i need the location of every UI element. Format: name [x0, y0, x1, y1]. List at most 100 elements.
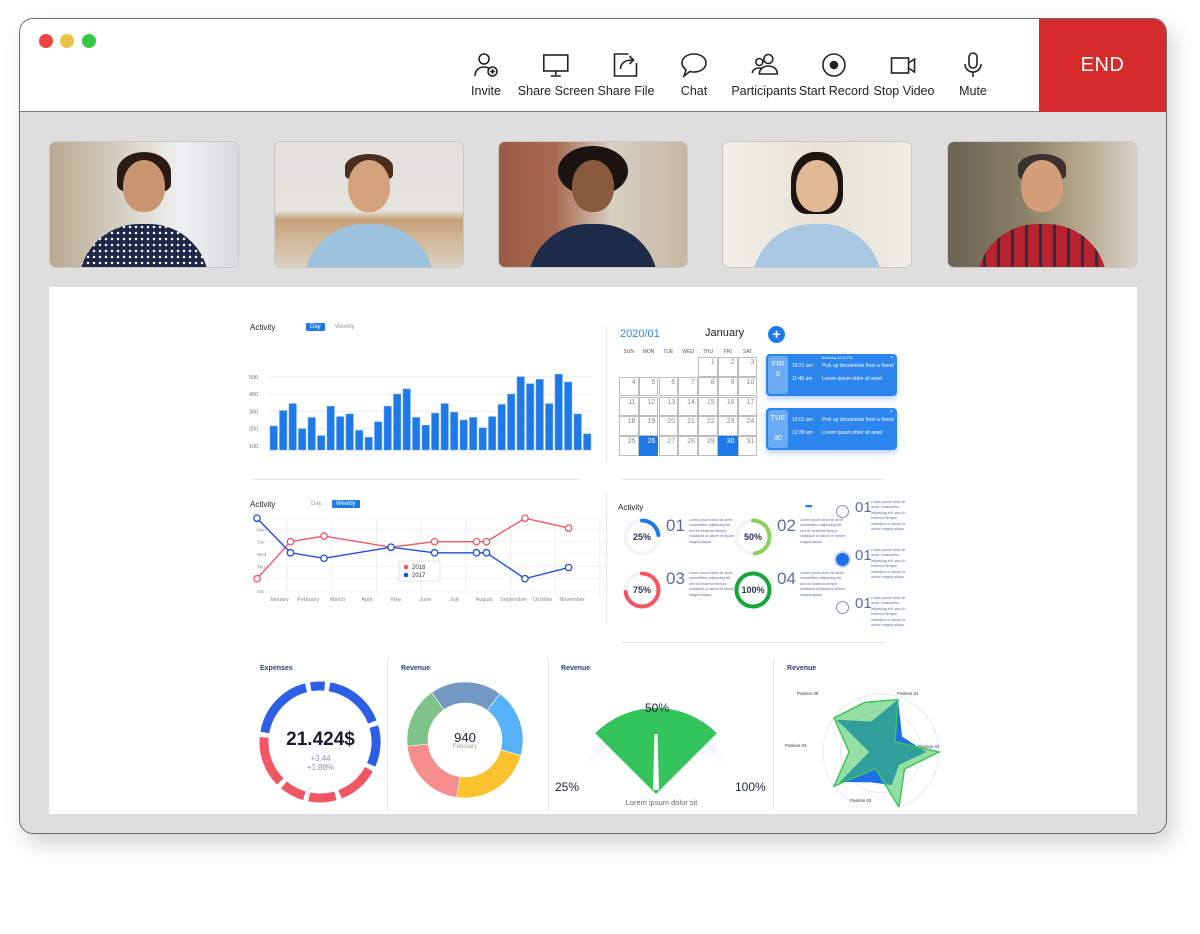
activity-number: 02: [777, 516, 796, 535]
radio-button[interactable]: [836, 553, 849, 566]
participant-face: [572, 160, 614, 212]
calendar-day[interactable]: 6: [658, 376, 679, 397]
participants-button[interactable]: Participants: [731, 51, 797, 98]
calendar-day[interactable]: 2: [718, 357, 738, 377]
calendar-day[interactable]: 20: [658, 416, 679, 436]
calendar-day[interactable]: 22: [698, 416, 718, 436]
data-point: [430, 548, 439, 557]
data-point: [253, 574, 261, 583]
calendar-day[interactable]: 8: [698, 376, 718, 397]
share-screen-button[interactable]: Share Screen: [518, 51, 594, 98]
calendar-day[interactable]: 10: [737, 376, 758, 397]
calendar-day[interactable]: 21: [678, 416, 698, 436]
share-file-button[interactable]: Share File: [598, 51, 654, 98]
calendar-day[interactable]: 16: [718, 396, 738, 417]
minimize-window-button[interactable]: [60, 34, 74, 48]
start-record-button[interactable]: Start Record: [799, 51, 869, 98]
data-point: [472, 537, 481, 546]
radio-button[interactable]: [836, 601, 849, 614]
bar: [364, 437, 373, 451]
activity-description: Lorem ipsum dolor sit amet, consectetur …: [800, 518, 846, 544]
event-day-badge: FRI 9: [768, 356, 788, 394]
calendar-day[interactable]: 25: [619, 436, 639, 456]
weekday-label: WED: [682, 349, 694, 355]
event-text: Pick up documents from a friend: [822, 417, 894, 423]
bar: [279, 410, 288, 451]
participant-video-tile[interactable]: [498, 141, 688, 268]
participant-video-tile[interactable]: [49, 141, 239, 268]
calendar-day[interactable]: 4: [619, 376, 639, 397]
participant-video-tile[interactable]: [947, 141, 1137, 268]
calendar-day[interactable]: 31: [737, 436, 758, 456]
end-call-button[interactable]: END: [1039, 19, 1166, 112]
stop-video-button[interactable]: Stop Video: [873, 51, 935, 98]
end-label: END: [1080, 54, 1125, 76]
legend-swatch: [403, 572, 409, 578]
microphone-icon: [964, 52, 982, 77]
calendar-day[interactable]: 13: [658, 396, 679, 417]
calendar-day[interactable]: 9: [718, 376, 738, 397]
chat-button[interactable]: Chat: [680, 51, 708, 98]
line-chart: Sat Thu Wed Tue Mon January February March April…: [253, 514, 609, 603]
weekly-toggle[interactable]: Weekly: [332, 500, 360, 508]
calendar-day[interactable]: 24: [737, 416, 758, 436]
event-time: 16:21 am: [792, 363, 813, 369]
close-icon[interactable]: ×: [890, 409, 893, 415]
calendar-day[interactable]: 18: [619, 416, 639, 436]
calendar-day[interactable]: 28: [678, 436, 698, 456]
calendar-day[interactable]: 14: [678, 396, 698, 417]
weekday-label: MON: [642, 349, 655, 355]
maximize-window-button[interactable]: [82, 34, 96, 48]
more-options-icon[interactable]: •••: [805, 501, 813, 511]
participant-video-tile[interactable]: [274, 141, 464, 268]
event-card[interactable]: TUE 30 × 18:01 am Pick up documents from a…: [766, 408, 897, 450]
radio-description: Lorem ipsum dolor sit amet, consectetur …: [871, 548, 906, 580]
weekly-toggle[interactable]: Weekly: [331, 323, 359, 331]
participant-video-tile[interactable]: [722, 141, 912, 268]
ring-percent: 100%: [741, 585, 765, 595]
calendar-day[interactable]: 17: [737, 396, 758, 417]
bar-chart: 500 400 300 200 100: [249, 373, 592, 451]
divider: [622, 642, 884, 643]
legend-label: 2018: [412, 565, 426, 571]
data-point: [253, 514, 261, 523]
close-icon[interactable]: ×: [890, 355, 893, 361]
calendar-day[interactable]: 29: [698, 436, 718, 456]
day-toggle[interactable]: Day: [306, 323, 325, 331]
calendar-day[interactable]: 27: [658, 436, 679, 456]
bar: [402, 388, 411, 451]
invite-button[interactable]: Invite: [471, 51, 501, 98]
revenue-gauge-title: Revenue: [561, 665, 591, 672]
x-tick-label: August: [476, 597, 494, 603]
calendar-day[interactable]: 15: [698, 396, 718, 417]
revenue-radar-title: Revenue: [787, 665, 817, 672]
calendar-day[interactable]: 19: [638, 416, 659, 436]
event-item: 16:21 am Pick up documents from a friend: [792, 363, 894, 369]
radio-button[interactable]: [836, 505, 849, 518]
calendar-day[interactable]: 30: [718, 436, 738, 456]
event-card[interactable]: FRI 9 Yesterday 20:22 PM × 16:21 am Pick u…: [766, 354, 897, 396]
add-event-button[interactable]: +: [768, 326, 785, 343]
bar: [545, 403, 554, 451]
legend-label: 2017: [412, 573, 426, 579]
participant-face: [348, 160, 390, 212]
plus-icon: +: [772, 326, 781, 342]
calendar-day[interactable]: 1: [698, 357, 718, 377]
donut-segment: [260, 683, 308, 734]
calendar-day[interactable]: 7: [678, 376, 698, 397]
x-tick-label: February: [297, 597, 319, 603]
calendar-day[interactable]: 3: [737, 357, 758, 377]
donut-segment: [280, 781, 306, 801]
calendar-day[interactable]: 11: [619, 396, 639, 417]
calendar-day[interactable]: 26: [638, 436, 659, 456]
calendar-day[interactable]: 23: [718, 416, 738, 436]
calendar-day[interactable]: 12: [638, 396, 659, 417]
stop-video-label: Stop Video: [873, 84, 935, 98]
weekday-label: THU: [702, 349, 714, 355]
radio-number: 01: [855, 595, 872, 612]
gauge-max-label: 100%: [735, 780, 766, 794]
mute-button[interactable]: Mute: [959, 51, 987, 98]
calendar-day[interactable]: 5: [638, 376, 659, 397]
close-window-button[interactable]: [39, 34, 53, 48]
day-toggle[interactable]: Day: [307, 500, 326, 508]
